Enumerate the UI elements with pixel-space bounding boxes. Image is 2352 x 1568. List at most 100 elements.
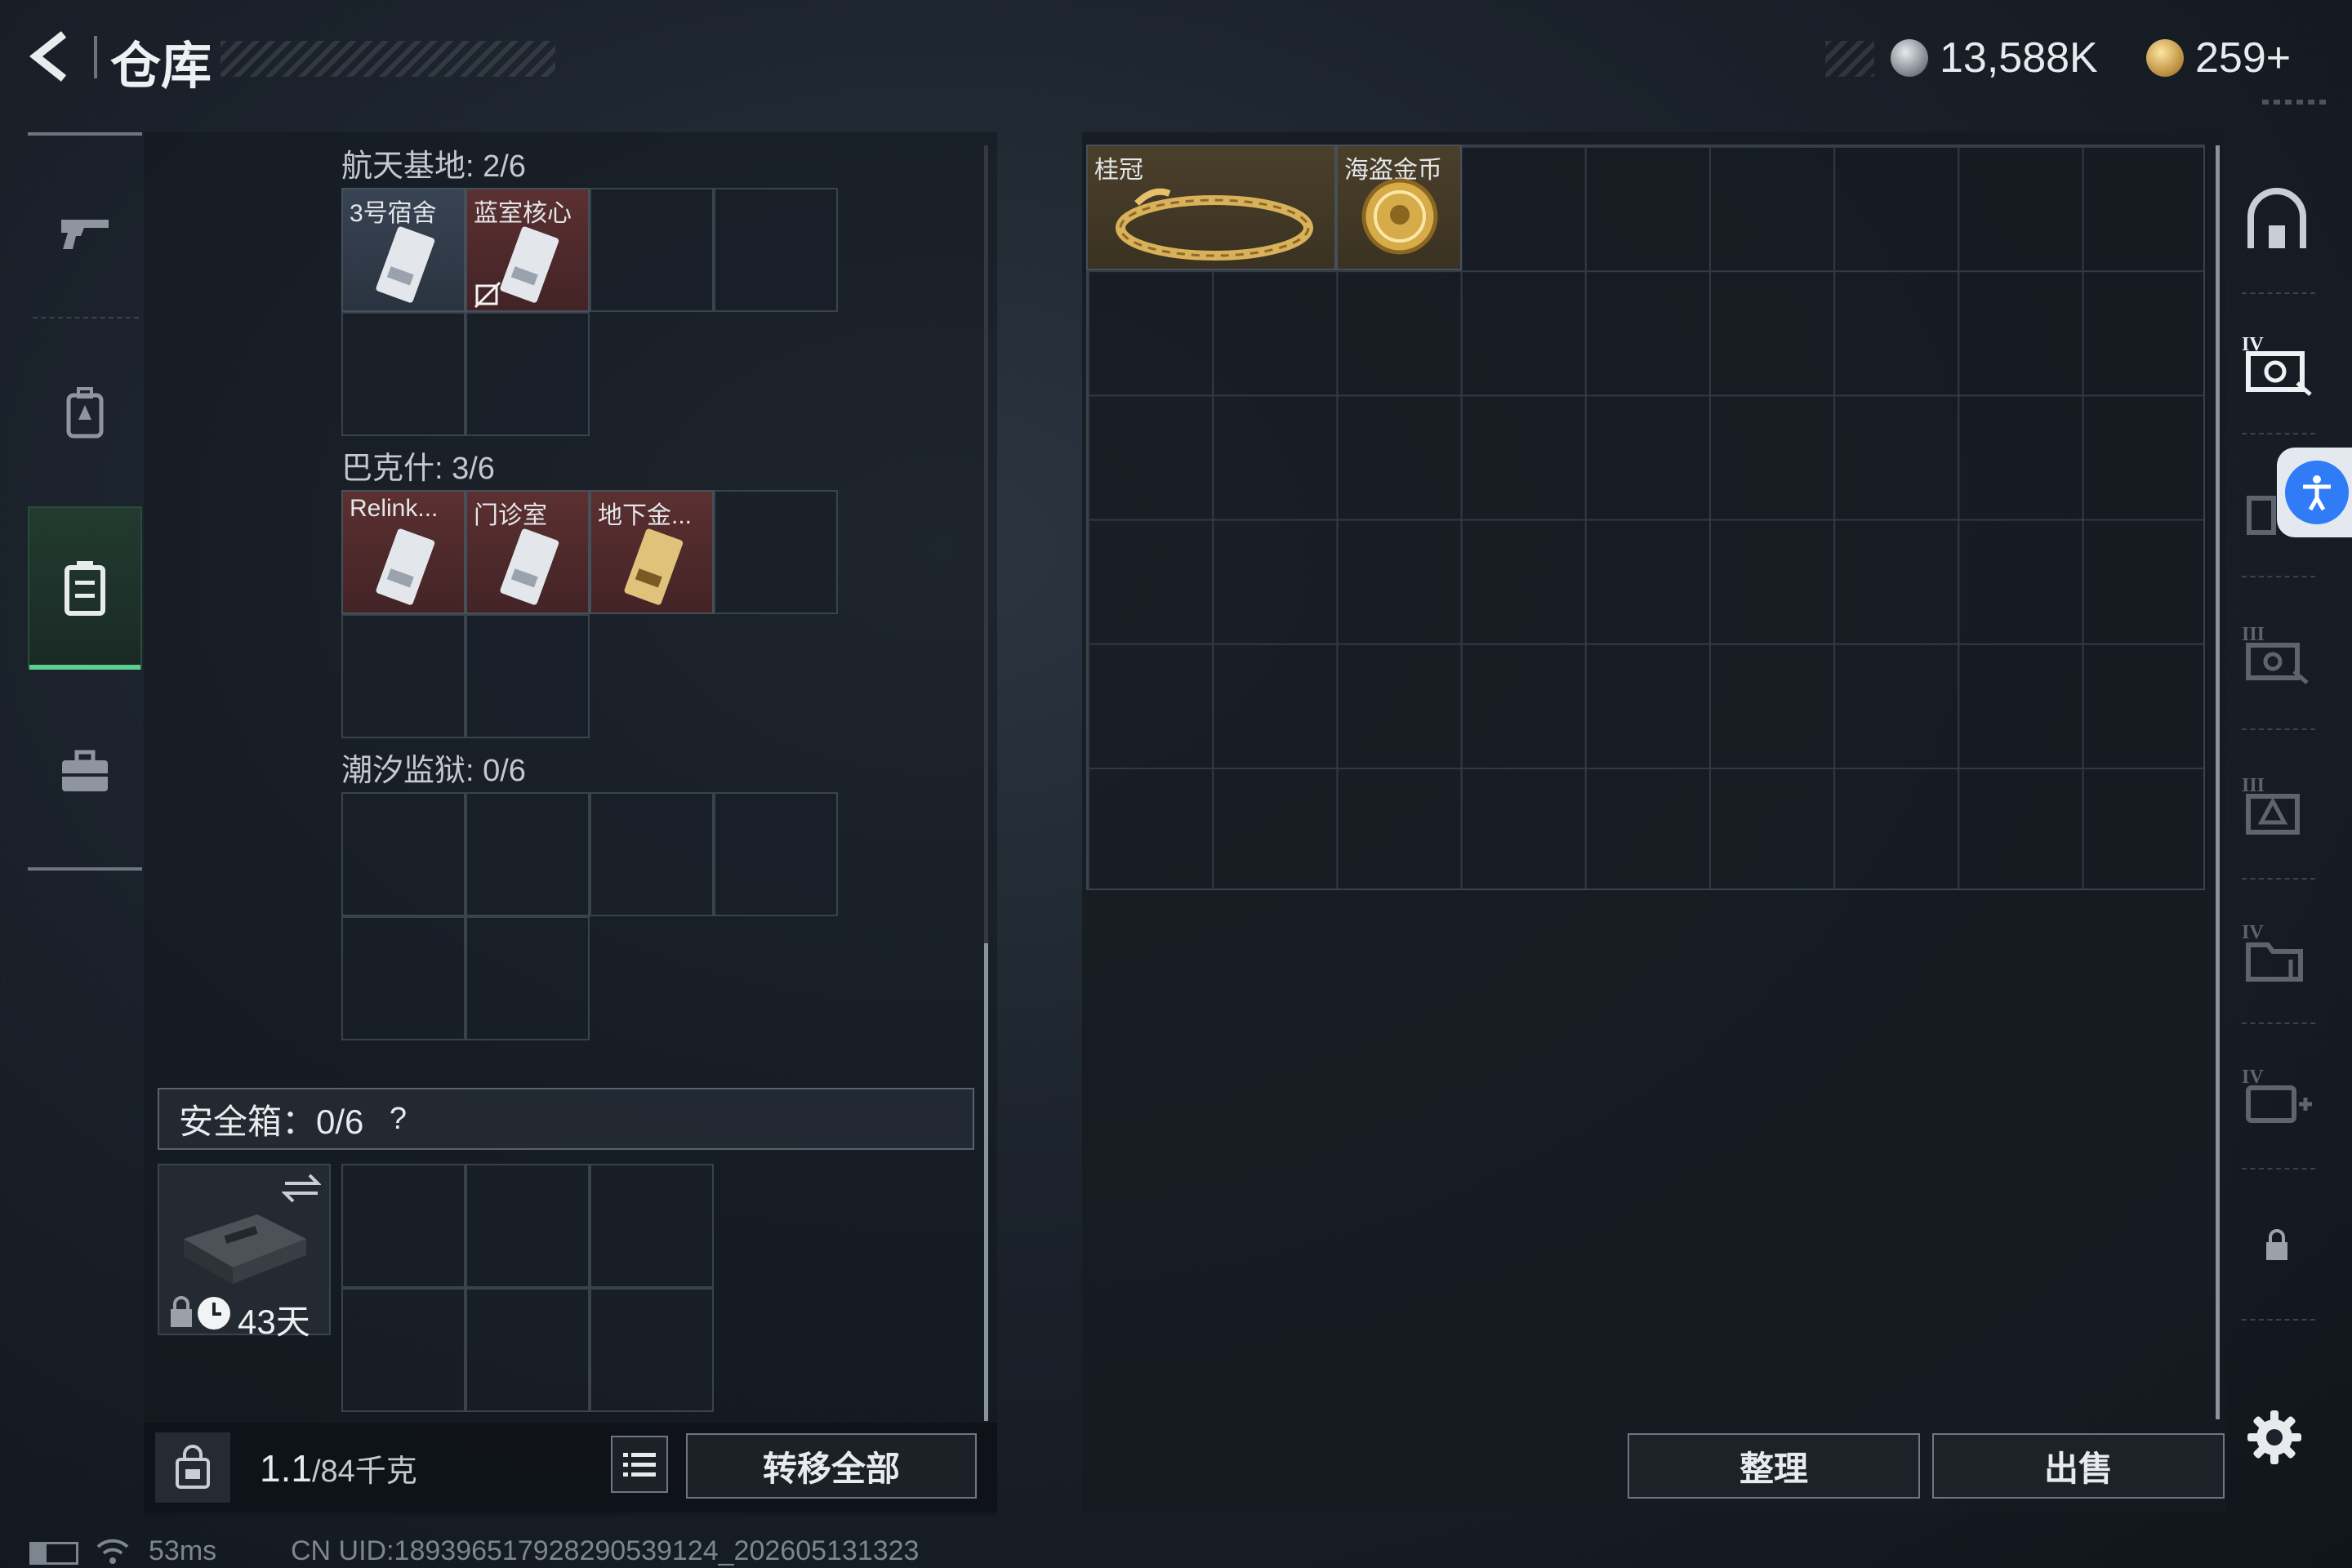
safe-case-icon: [184, 1214, 306, 1284]
grid-cell[interactable]: [466, 1288, 590, 1412]
sidebar-divider: [2242, 1022, 2315, 1024]
nav-briefcase[interactable]: [28, 690, 142, 853]
back-button[interactable]: [24, 28, 82, 85]
storage-item[interactable]: 海盗金币: [1336, 145, 1462, 270]
gold-keycard-icon: [624, 528, 684, 605]
item-name: Relink...: [350, 495, 439, 522]
grid-cell[interactable]: [590, 188, 714, 312]
sidebar-divider: [2242, 1168, 2315, 1169]
lock-icon: [171, 1296, 192, 1327]
safe-box-label: 安全箱：0/6: [179, 1102, 364, 1141]
key-card-item[interactable]: 地下金...: [590, 490, 714, 614]
pirate-coin-icon: [1361, 178, 1438, 255]
safe-box-duration: 43天: [238, 1303, 310, 1341]
tier4-folder-icon: IV: [2242, 922, 2303, 982]
grid-cell[interactable]: [341, 312, 466, 436]
grid-cell[interactable]: [466, 614, 590, 738]
transfer-all-button[interactable]: 转移全部: [686, 1433, 977, 1499]
grid-cell[interactable]: [341, 614, 466, 738]
currency-primary-value: 13,588K: [1940, 34, 2098, 82]
storage-arch-icon: [2247, 188, 2306, 248]
sidebar-divider: [2242, 292, 2315, 294]
organize-button[interactable]: 整理: [1628, 1433, 1920, 1499]
grid-cell[interactable]: [341, 916, 466, 1040]
gear-icon: [2247, 1410, 2301, 1464]
backpack-icon: [66, 387, 104, 439]
tier3-crate-icon: III: [2242, 775, 2300, 835]
list-view-button[interactable]: [611, 1436, 668, 1493]
nav-weapons[interactable]: [28, 151, 142, 314]
grid-cell[interactable]: [590, 1288, 714, 1412]
lock-icon: [2265, 1229, 2287, 1260]
section-label: 巴克什: 3/6: [341, 452, 495, 486]
storage-tab-main[interactable]: [2234, 155, 2319, 286]
swap-icon: [282, 1174, 321, 1203]
tier4-medkit-icon: IV: [2242, 1067, 2312, 1123]
currency-secondary[interactable]: 259+: [2146, 29, 2291, 87]
key-card-item[interactable]: 蓝室核心: [466, 188, 590, 312]
storage-item[interactable]: 桂冠: [1086, 145, 1336, 270]
gun-icon: [61, 220, 109, 249]
tier3-safe-icon: III: [2242, 624, 2309, 684]
help-button[interactable]: ?: [378, 1099, 417, 1138]
nav-top-line: [28, 132, 142, 136]
key-card-item[interactable]: Relink...: [341, 490, 466, 614]
header-marks: [2262, 100, 2328, 105]
grid-cell[interactable]: [714, 188, 838, 312]
sell-button[interactable]: 出售: [1932, 1433, 2225, 1499]
key-card-item[interactable]: 门诊室: [466, 490, 590, 614]
storage-tab-tier3-crate[interactable]: III: [2234, 739, 2319, 870]
sidebar-divider: [2242, 878, 2315, 880]
accessibility-button[interactable]: [2277, 448, 2352, 537]
grid-cell[interactable]: [341, 1164, 466, 1288]
ping-text: 53ms: [149, 1535, 217, 1566]
storage-tab-tier4-folder[interactable]: IV: [2234, 886, 2319, 1017]
grid-cell[interactable]: [714, 490, 838, 614]
safe-box-header: 安全箱：0/6 ?: [158, 1088, 974, 1150]
silver-coin-icon: [1891, 39, 1928, 77]
page-title: 仓库: [110, 38, 212, 95]
sidebar-divider: [2242, 433, 2315, 434]
laurel-crown-icon: [1116, 188, 1313, 261]
header-decoration: [220, 41, 555, 77]
grid-cell[interactable]: [341, 792, 466, 916]
sidebar-divider: [2242, 728, 2315, 730]
grid-cell[interactable]: [466, 312, 590, 436]
sidebar-divider: [2242, 576, 2315, 577]
weight-lock-button[interactable]: [155, 1432, 230, 1503]
keycard-icon: [376, 226, 435, 303]
nav-bottom-line: [28, 867, 142, 871]
right-scroll-track[interactable]: [2216, 145, 2220, 1419]
grid-cell[interactable]: [466, 916, 590, 1040]
key-card-item[interactable]: 3号宿舍: [341, 188, 466, 312]
settings-button[interactable]: [2246, 1409, 2303, 1466]
grid-cell[interactable]: [590, 1164, 714, 1288]
grid-cell[interactable]: [590, 792, 714, 916]
safe-box-item[interactable]: 43天: [158, 1164, 331, 1341]
tier4-safe-icon: IV: [2242, 334, 2312, 396]
storage-tab-locked[interactable]: [2234, 1180, 2319, 1311]
section-label: 航天基地: 2/6: [341, 149, 526, 184]
grid-cell[interactable]: [466, 1164, 590, 1288]
grid-cell[interactable]: [714, 792, 838, 916]
grid-cell[interactable]: [341, 1288, 466, 1412]
weight-current: 1.1: [260, 1447, 312, 1490]
nav-backpack[interactable]: [28, 331, 142, 494]
svg-text:III: III: [2242, 624, 2265, 645]
section-label: 潮汐监狱: 0/6: [341, 754, 526, 788]
left-scroll-thumb[interactable]: [984, 943, 988, 1421]
weight-readout: 1.1/84千克: [260, 1446, 417, 1490]
header-separator: [94, 36, 97, 78]
storage-tab-tier4-medkit[interactable]: IV: [2234, 1031, 2319, 1161]
grid-cell[interactable]: [466, 792, 590, 916]
list-icon: [623, 1453, 656, 1477]
nav-locker[interactable]: [28, 506, 142, 670]
storage-tab-tier4-safe[interactable]: IV: [2234, 298, 2319, 429]
keycard-icon: [376, 528, 435, 605]
weight-max: /84千克: [311, 1454, 417, 1489]
battery-icon: [29, 1542, 78, 1565]
gold-coin-icon: [2146, 39, 2184, 77]
broken-link-icon: [474, 281, 501, 309]
storage-tab-tier3-safe[interactable]: III: [2234, 588, 2319, 719]
wifi-icon: [96, 1539, 129, 1564]
